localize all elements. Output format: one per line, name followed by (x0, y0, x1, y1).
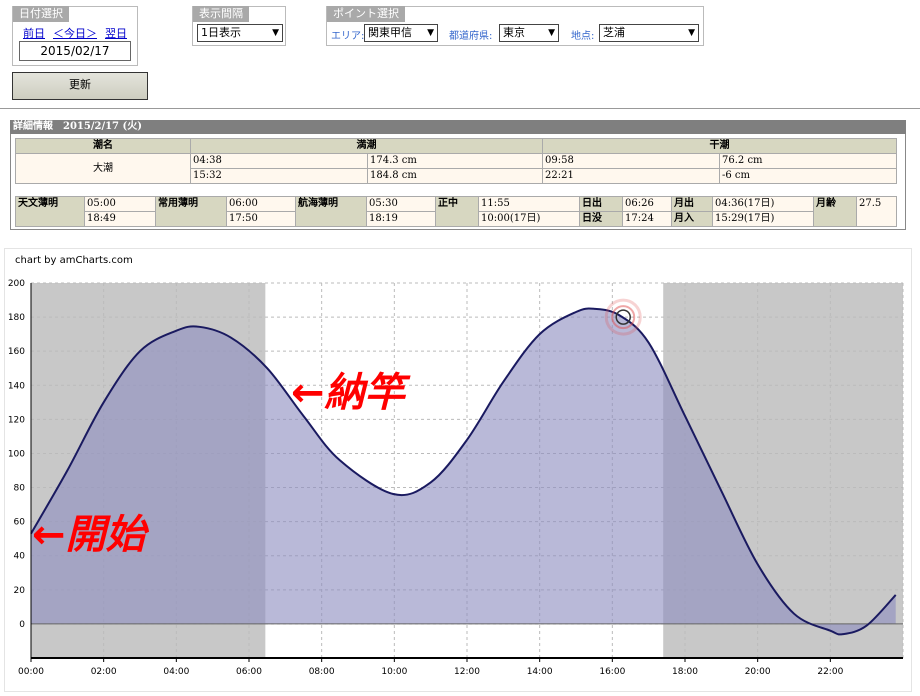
moonrise-label: 月出 (671, 196, 713, 212)
moonrise-value: 04:36(17日) (712, 196, 814, 212)
end-annotation: ←納竿 (291, 370, 412, 416)
tide-chart-svg: 0 20 40 60 80 100 120 140 160 180 200 00:00 02:00 04:… (4, 248, 912, 692)
prev-day-link[interactable]: 前日 (23, 25, 45, 41)
astro-table: 天文薄明 05:00 常用薄明 06:00 航海薄明 05:30 正中 11:5… (15, 196, 897, 227)
low-tide-header: 干潮 (542, 138, 897, 154)
chevron-down-icon: ▼ (272, 28, 279, 38)
x-tick-label: 22:00 (817, 667, 843, 677)
spot-label: 地点: (571, 31, 595, 42)
astronomical-end: 18:49 (84, 211, 156, 227)
chevron-down-icon: ▼ (688, 28, 695, 38)
chart-credit[interactable]: chart by amCharts.com (15, 255, 133, 266)
low-time-2: 22:21 (542, 168, 720, 184)
x-tick-label: 16:00 (599, 667, 625, 677)
civil-twilight-label: 常用薄明 (155, 196, 227, 227)
moonset-label: 月入 (671, 211, 713, 227)
area-select-value: 関東甲信 (368, 26, 412, 39)
chevron-down-icon: ▼ (427, 28, 434, 38)
next-day-link[interactable]: 翌日 (105, 25, 127, 41)
nautical-twilight-label: 航海薄明 (295, 196, 367, 227)
interval-panel: 表示間隔 1日表示 ▼ (192, 6, 286, 46)
high-level-1: 174.3 cm (367, 153, 543, 169)
nautical-end: 18:19 (366, 211, 436, 227)
chevron-down-icon: ▼ (548, 28, 555, 38)
x-tick-label: 04:00 (163, 667, 189, 677)
civil-start: 06:00 (226, 196, 296, 212)
spot-select[interactable]: 芝浦 ▼ (599, 24, 699, 42)
sunrise-label: 日出 (579, 196, 623, 212)
y-tick-label: 180 (8, 313, 25, 323)
nautical-start: 05:30 (366, 196, 436, 212)
moon-age-value: 27.5 (856, 196, 897, 227)
divider (0, 108, 920, 109)
date-input[interactable]: 2015/02/17 (19, 41, 131, 61)
y-tick-label: 200 (8, 279, 25, 289)
y-tick-label: 20 (14, 586, 26, 596)
x-tick-label: 12:00 (454, 667, 480, 677)
detail-header: 詳細情報 2015/2/17 (火) (10, 120, 906, 134)
date-panel: 日付選択 前日 ＜今日＞ 翌日 2015/02/17 (12, 6, 138, 66)
x-tick-label: 18:00 (672, 667, 698, 677)
tide-chart: 0 20 40 60 80 100 120 140 160 180 200 00:00 02:00 04:… (4, 248, 912, 692)
x-tick-label: 06:00 (236, 667, 262, 677)
moonset-value: 15:29(17日) (712, 211, 814, 227)
high-tide-header: 満潮 (190, 138, 543, 154)
sunset-value: 17:24 (622, 211, 672, 227)
today-link[interactable]: ＜今日＞ (53, 25, 97, 41)
y-tick-label: 100 (8, 449, 25, 459)
y-tick-label: 160 (8, 347, 25, 357)
sunset-label: 日没 (579, 211, 623, 227)
low-level-2: -6 cm (719, 168, 897, 184)
spot-select-value: 芝浦 (603, 26, 625, 39)
astronomical-start: 05:00 (84, 196, 156, 212)
y-tick-label: 0 (19, 620, 25, 630)
x-tick-label: 08:00 (309, 667, 335, 677)
y-tick-label: 60 (14, 518, 26, 528)
update-button[interactable]: 更新 (12, 72, 148, 100)
x-tick-label: 02:00 (91, 667, 117, 677)
interval-panel-title: 表示間隔 (193, 6, 249, 22)
low-level-1: 76.2 cm (719, 153, 897, 169)
astronomical-twilight-label: 天文薄明 (15, 196, 85, 227)
date-panel-title: 日付選択 (13, 6, 69, 22)
tide-name-value: 大潮 (15, 153, 191, 184)
tide-table: 潮名 満潮 干潮 大潮 04:38 174.3 cm 09:58 76.2 cm… (15, 138, 897, 184)
area-select[interactable]: 関東甲信 ▼ (364, 24, 438, 42)
start-annotation: ←開始 (32, 512, 150, 558)
high-time-2: 15:32 (190, 168, 368, 184)
noon-1: 11:55 (478, 196, 580, 212)
point-panel-title: ポイント選択 (327, 6, 405, 22)
x-tick-label: 20:00 (745, 667, 771, 677)
sunrise-value: 06:26 (622, 196, 672, 212)
high-time-1: 04:38 (190, 153, 368, 169)
pref-select[interactable]: 東京 ▼ (499, 24, 559, 42)
noon-label: 正中 (435, 196, 479, 227)
low-time-1: 09:58 (542, 153, 720, 169)
detail-body: 潮名 満潮 干潮 大潮 04:38 174.3 cm 09:58 76.2 cm… (10, 134, 906, 230)
x-tick-label: 14:00 (527, 667, 553, 677)
pref-label: 都道府県: (449, 31, 493, 42)
pref-select-value: 東京 (503, 26, 525, 39)
y-tick-label: 140 (8, 381, 25, 391)
y-tick-label: 80 (14, 484, 26, 494)
noon-2: 10:00(17日) (478, 211, 580, 227)
y-tick-label: 120 (8, 415, 25, 425)
x-tick-label: 00:00 (18, 667, 44, 677)
area-label: エリア: (331, 31, 365, 42)
civil-end: 17:50 (226, 211, 296, 227)
point-panel: ポイント選択 エリア: 関東甲信 ▼ 都道府県: 東京 ▼ 地点: 芝浦 ▼ (326, 6, 704, 46)
tide-name-header: 潮名 (15, 138, 191, 154)
x-tick-label: 10:00 (381, 667, 407, 677)
moon-age-label: 月齢 (813, 196, 857, 227)
high-level-2: 184.8 cm (367, 168, 543, 184)
y-tick-label: 40 (14, 552, 26, 562)
interval-select-value: 1日表示 (201, 26, 241, 39)
interval-select[interactable]: 1日表示 ▼ (197, 24, 283, 42)
